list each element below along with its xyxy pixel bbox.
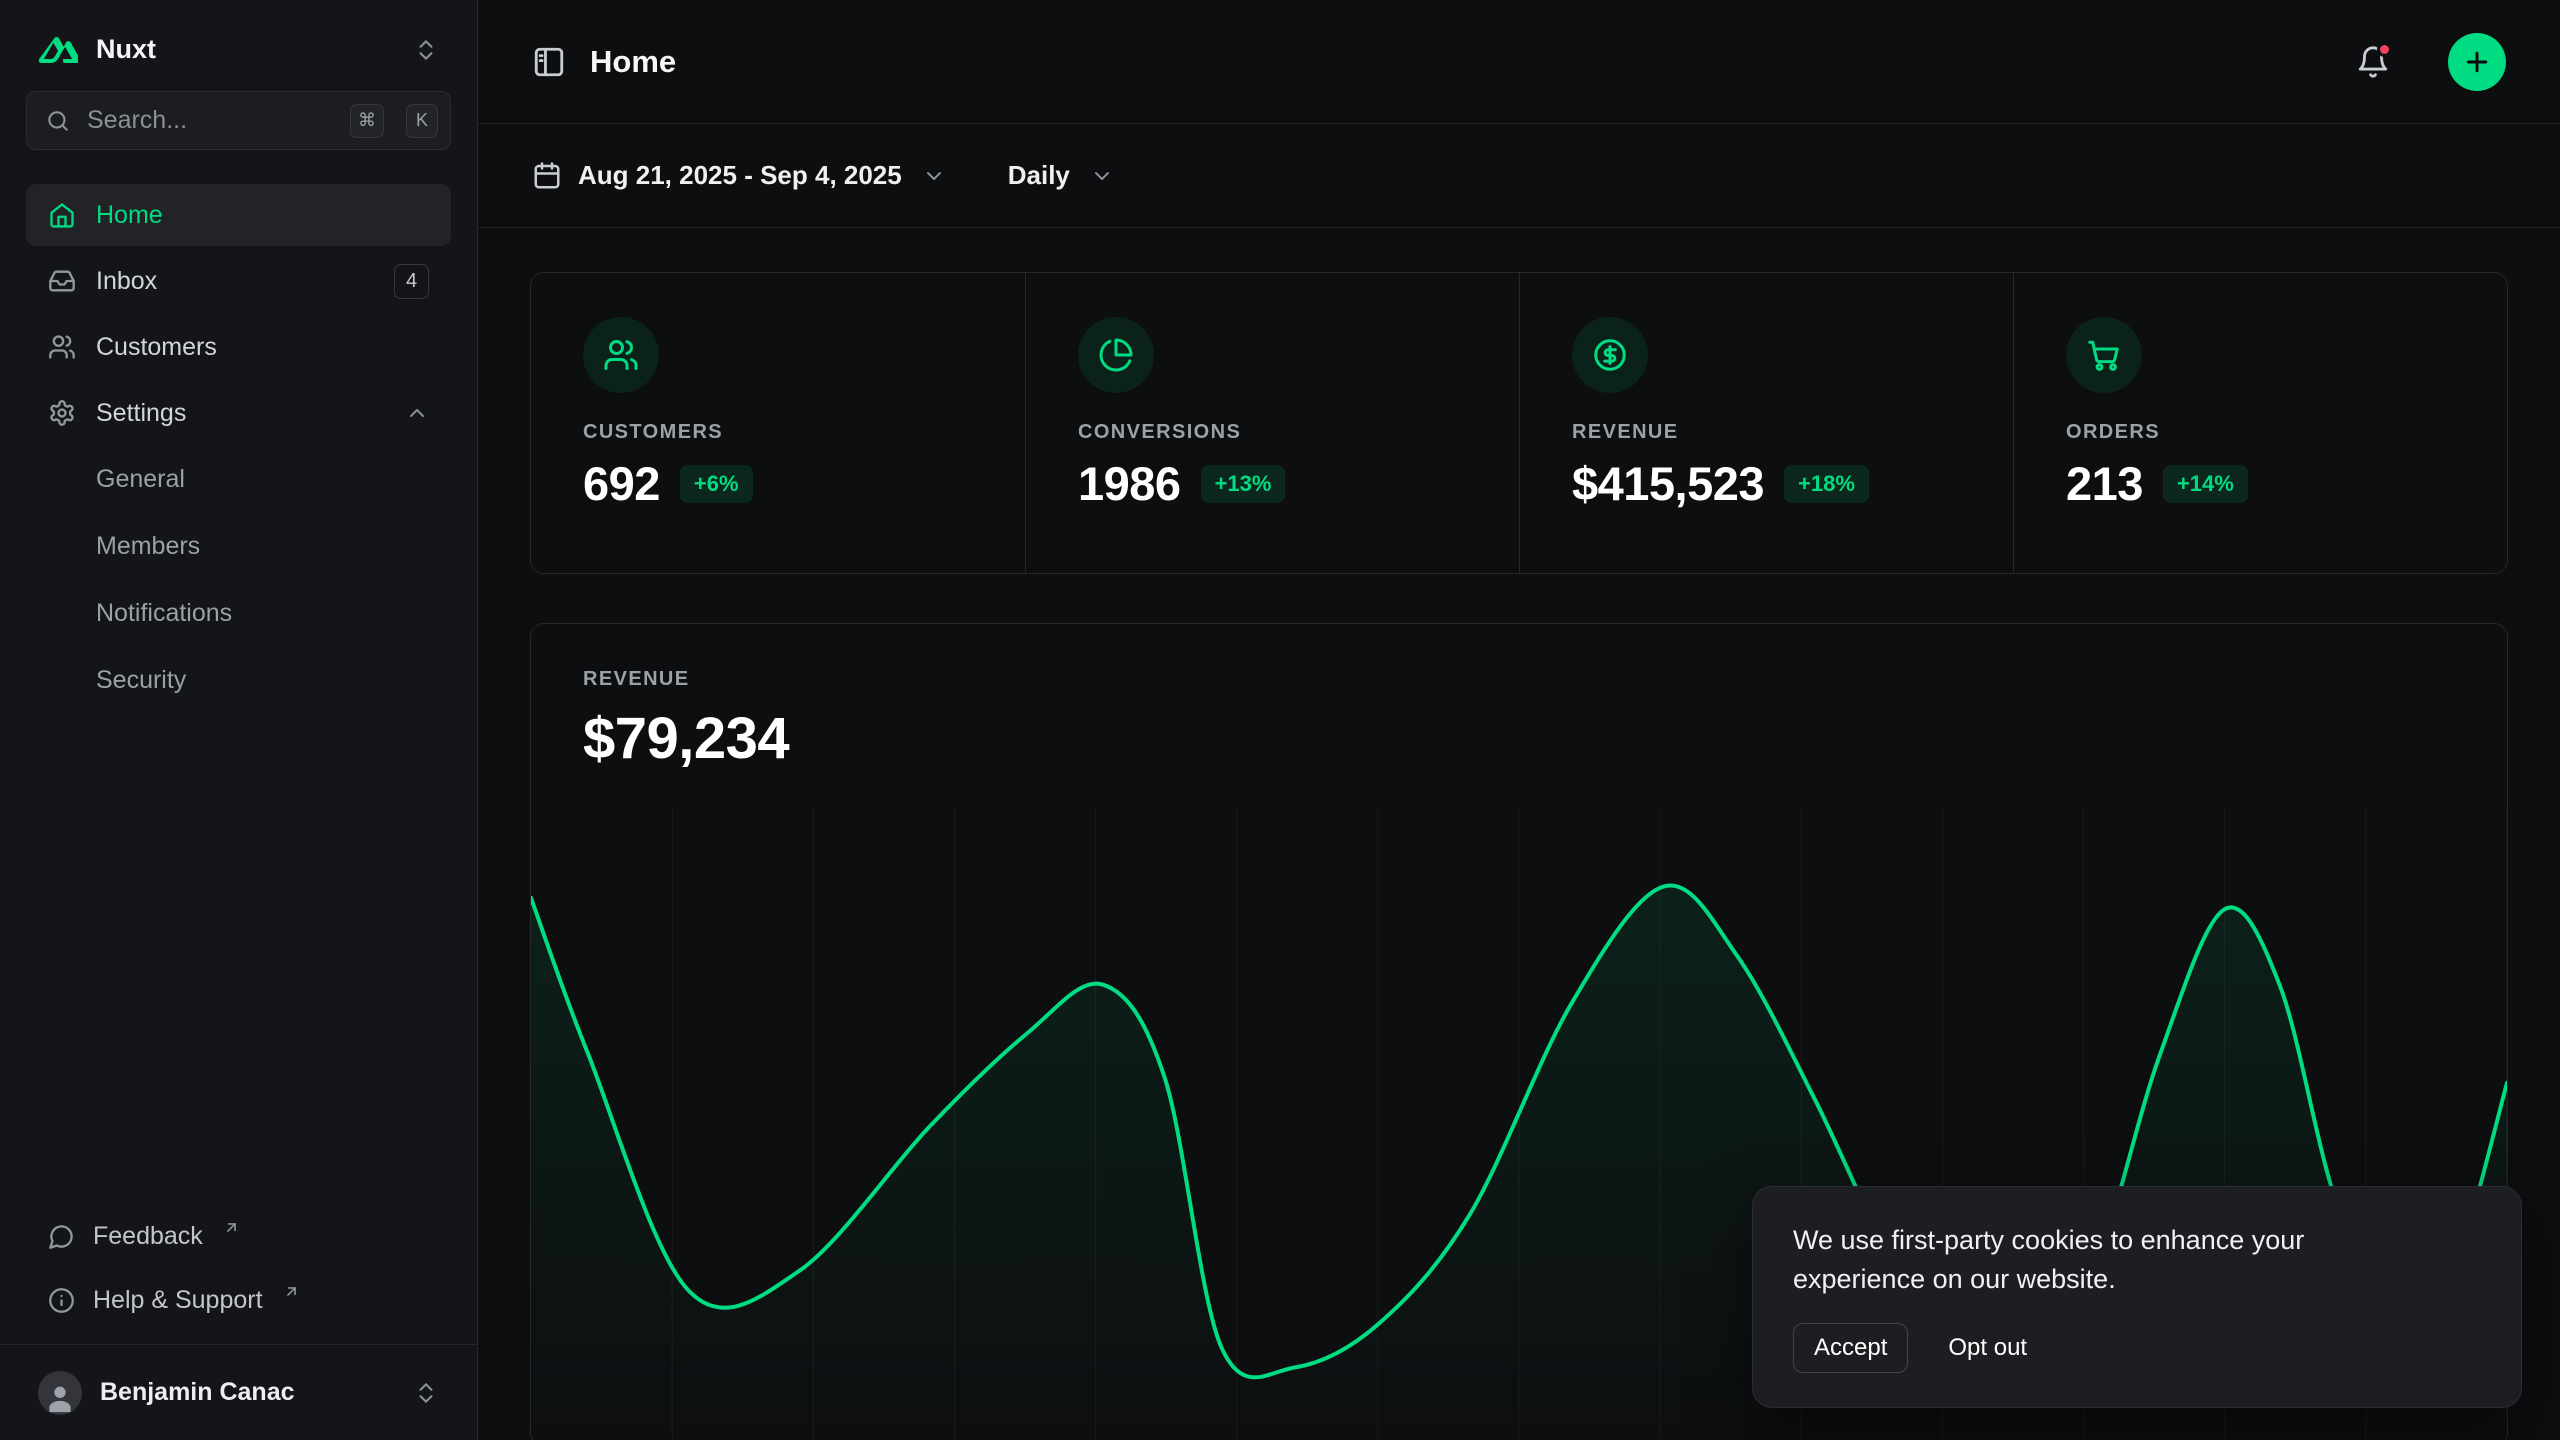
main-header: Home (478, 0, 2560, 124)
sidebar-item-label: Settings (96, 399, 186, 428)
sidebar-item-settings[interactable]: Settings (26, 382, 451, 444)
add-button[interactable] (2448, 33, 2506, 91)
sidebar: Nuxt ⌘ K Home In (0, 0, 478, 1440)
calendar-icon (532, 161, 562, 191)
sidebar-item-label: Customers (96, 333, 217, 362)
stat-value: 1986 (1078, 456, 1181, 511)
date-range-label: Aug 21, 2025 - Sep 4, 2025 (578, 160, 902, 191)
optout-cookies-button[interactable]: Opt out (1948, 1334, 2027, 1362)
cookie-actions: Accept Opt out (1793, 1323, 2481, 1373)
revenue-chart-value: $79,234 (583, 705, 2455, 772)
stat-label: REVENUE (1572, 421, 1961, 444)
stat-label: ORDERS (2066, 421, 2455, 444)
stat-label: CUSTOMERS (583, 421, 973, 444)
stat-label: CONVERSIONS (1078, 421, 1467, 444)
panel-left-icon (532, 45, 566, 79)
chevron-down-icon (922, 164, 946, 188)
stat-delta-badge: +13% (1201, 465, 1286, 503)
filter-toolbar: Aug 21, 2025 - Sep 4, 2025 Daily (478, 124, 2560, 228)
accept-cookies-button[interactable]: Accept (1793, 1323, 1908, 1373)
stat-value: $415,523 (1572, 456, 1764, 511)
cookie-banner: We use first-party cookies to enhance yo… (1752, 1186, 2522, 1408)
sidebar-nav: Home Inbox 4 Customers Settings (26, 184, 451, 712)
sidebar-item-label: Home (96, 201, 163, 230)
sub-item-label: Members (96, 532, 200, 561)
sidebar-toggle-button[interactable] (532, 45, 566, 79)
sidebar-item-members[interactable]: Members (26, 515, 451, 578)
users-icon (48, 333, 76, 361)
workspace-switcher[interactable]: Nuxt (26, 0, 451, 91)
pie-chart-icon (1078, 317, 1154, 393)
nuxt-logo-icon (38, 36, 78, 64)
stat-delta-badge: +18% (1784, 465, 1869, 503)
kbd-cmd: ⌘ (350, 104, 384, 138)
footer-item-label: Feedback (93, 1222, 203, 1251)
chevrons-up-down-icon (413, 1380, 439, 1406)
stat-delta-badge: +6% (680, 465, 753, 503)
sidebar-item-notifications[interactable]: Notifications (26, 582, 451, 645)
user-name: Benjamin Canac (100, 1378, 295, 1407)
footer-item-label: Help & Support (93, 1286, 263, 1315)
sidebar-item-label: Inbox (96, 267, 157, 296)
info-circle-icon (48, 1287, 75, 1314)
stat-card-orders[interactable]: ORDERS 213 +14% (2013, 273, 2507, 573)
page-title: Home (590, 44, 676, 80)
sidebar-item-inbox[interactable]: Inbox 4 (26, 250, 451, 312)
sub-item-label: Notifications (96, 599, 232, 628)
chevron-down-icon (1090, 164, 1114, 188)
inbox-count-badge: 4 (394, 264, 429, 299)
sidebar-item-home[interactable]: Home (26, 184, 451, 246)
sidebar-spacer (26, 712, 451, 1206)
stat-value: 692 (583, 456, 660, 511)
granularity-select[interactable]: Daily (1008, 160, 1114, 191)
sub-item-label: General (96, 465, 185, 494)
plus-icon (2462, 47, 2492, 77)
sub-item-label: Security (96, 666, 186, 695)
revenue-chart-label: REVENUE (583, 668, 2455, 691)
workspace-name: Nuxt (96, 34, 156, 65)
kbd-k: K (406, 104, 438, 138)
sidebar-footer: Feedback Help & Support (26, 1206, 451, 1344)
chat-bubble-icon (48, 1223, 75, 1250)
search-input[interactable] (87, 106, 334, 135)
cookie-message: We use first-party cookies to enhance yo… (1793, 1221, 2413, 1299)
notification-dot (2377, 42, 2392, 57)
date-range-picker[interactable]: Aug 21, 2025 - Sep 4, 2025 (532, 160, 946, 191)
sidebar-item-general[interactable]: General (26, 448, 451, 511)
external-link-icon (223, 1219, 240, 1236)
granularity-label: Daily (1008, 160, 1070, 191)
stats-cards: CUSTOMERS 692 +6% CONVERSIONS 1986 +13% (530, 272, 2508, 574)
stat-card-conversions[interactable]: CONVERSIONS 1986 +13% (1025, 273, 1519, 573)
users-stat-icon (583, 317, 659, 393)
home-icon (48, 201, 76, 229)
dollar-circle-icon (1572, 317, 1648, 393)
stat-card-revenue[interactable]: REVENUE $415,523 +18% (1519, 273, 2013, 573)
notifications-button[interactable] (2356, 45, 2390, 79)
avatar (38, 1371, 82, 1415)
user-menu[interactable]: Benjamin Canac (0, 1344, 477, 1440)
chevrons-up-down-icon (413, 37, 439, 63)
sidebar-item-security[interactable]: Security (26, 649, 451, 712)
stat-delta-badge: +14% (2163, 465, 2248, 503)
search-icon (45, 108, 71, 134)
revenue-chart-header: REVENUE $79,234 (531, 624, 2507, 772)
search-input-box[interactable]: ⌘ K (26, 91, 451, 150)
inbox-icon (48, 267, 76, 295)
gear-icon (48, 399, 76, 427)
stat-card-customers[interactable]: CUSTOMERS 692 +6% (531, 273, 1025, 573)
sidebar-item-customers[interactable]: Customers (26, 316, 451, 378)
shopping-cart-icon (2066, 317, 2142, 393)
external-link-icon (283, 1283, 300, 1300)
feedback-link[interactable]: Feedback (26, 1206, 451, 1266)
stat-value: 213 (2066, 456, 2143, 511)
help-support-link[interactable]: Help & Support (26, 1270, 451, 1330)
chevron-up-icon (405, 401, 429, 425)
